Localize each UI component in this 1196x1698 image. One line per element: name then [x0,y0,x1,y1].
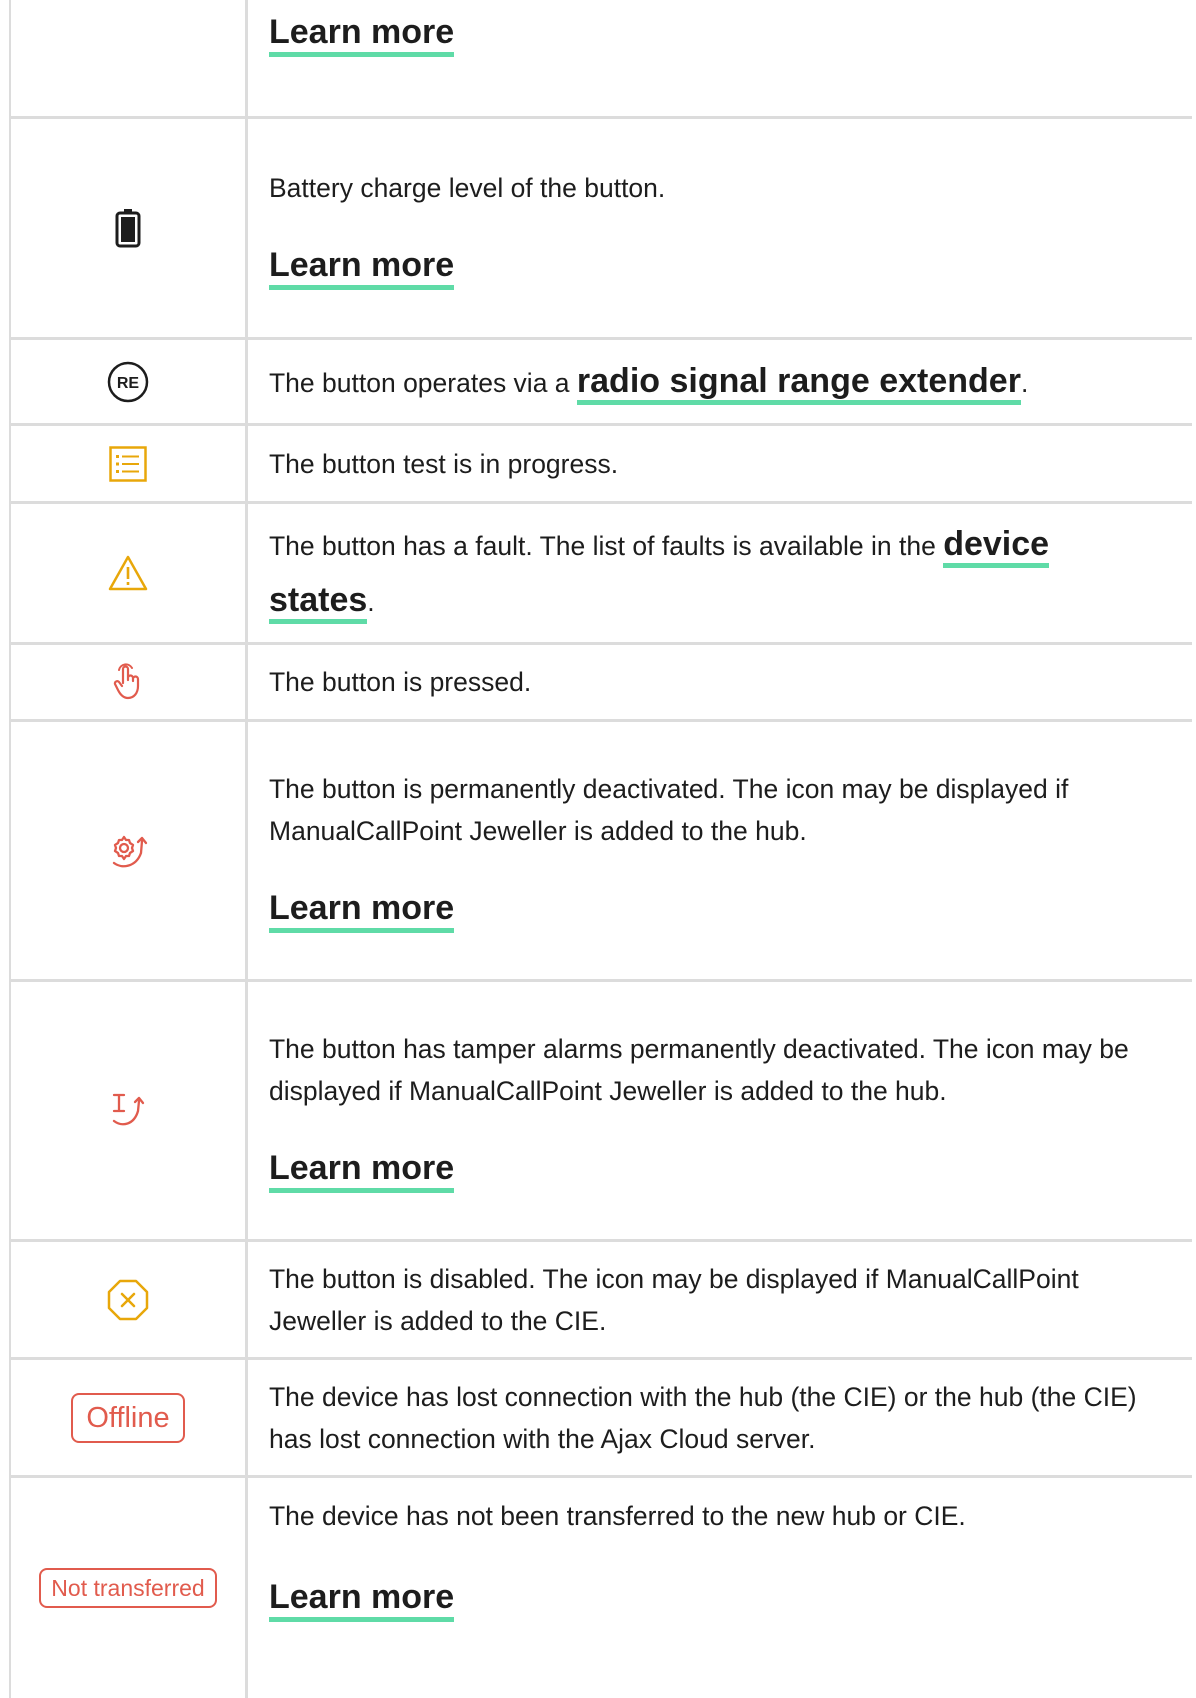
icon-cell [11,1242,248,1357]
icon-cell [11,426,248,501]
gear-deactivated-icon [112,835,148,867]
test-list-icon [109,445,147,482]
icon-cell: Offline [11,1360,248,1475]
row-description: The button is disabled. The icon may be … [269,1263,1079,1336]
row-text-suffix: . [367,587,375,617]
text-cell: The button is pressed. [248,645,1192,719]
icon-cell: Not transferred [11,1478,248,1698]
row-description: The button has a fault. The list of faul… [269,517,1112,629]
row-text: The button has a fault. The list of faul… [269,531,944,561]
text-cell: Learn more [248,0,1192,116]
learn-more-link[interactable]: Learn more [269,1148,455,1193]
offline-badge: Offline [71,1392,185,1443]
status-icons-table: Learn more Battery charge level of the b… [9,0,1192,1698]
row-description: The device has not been transferred to t… [269,1501,966,1531]
icon-cell [11,645,248,719]
table-row: The button is permanently deactivated. T… [11,722,1192,982]
table-row: The button test is in progress. [11,426,1192,504]
pressed-hand-icon [113,663,140,700]
table-row: The button is disabled. The icon may be … [11,1242,1192,1360]
icon-cell [11,119,248,337]
battery-icon [115,209,141,248]
learn-more-link[interactable]: Learn more [269,12,455,57]
row-description: The button is permanently deactivated. T… [269,774,1069,846]
table-row: Offline The device has lost connection w… [11,1360,1192,1478]
text-cell: The button operates via a radio signal r… [248,340,1192,423]
table-row: Battery charge level of the button. Lear… [11,119,1192,340]
table-row: The button has a fault. The list of faul… [11,504,1192,645]
text-cell: The button test is in progress. [248,426,1192,501]
text-cell: The button has tamper alarms permanently… [248,982,1192,1239]
table-row: The button is pressed. [11,645,1192,722]
table-row: RE The button operates via a radio signa… [11,340,1192,426]
icon-cell [11,0,248,116]
re-extender-icon: RE [107,361,149,402]
learn-more-link[interactable]: Learn more [269,1577,455,1622]
row-description: Battery charge level of the button. [269,172,666,203]
icon-cell [11,504,248,642]
not-transferred-badge: Not transferred [39,1568,217,1608]
text-cell: The button is permanently deactivated. T… [248,722,1192,979]
disabled-octagon-icon [107,1279,149,1320]
text-cell: The button is disabled. The icon may be … [248,1242,1192,1357]
range-extender-link[interactable]: radio signal range extender [576,361,1021,405]
text-cell: The button has a fault. The list of faul… [248,504,1192,642]
learn-more-link[interactable]: Learn more [269,245,455,290]
re-icon-label: RE [117,375,140,392]
row-description: The button is pressed. [269,667,532,697]
table-row: The button has tamper alarms permanently… [11,982,1192,1242]
table-row: Not transferred The device has not been … [11,1478,1192,1698]
warning-icon [108,555,148,591]
row-description: The device has lost connection with the … [269,1381,1137,1454]
row-text-suffix: . [1020,367,1029,398]
row-text: The button operates via a [269,367,577,398]
text-cell: The device has lost connection with the … [248,1360,1192,1475]
table-row: Learn more [11,0,1192,119]
icon-cell [11,722,248,979]
row-description: The button operates via a radio signal r… [269,360,1192,405]
tamper-deactivated-icon [112,1093,145,1125]
icon-cell [11,982,248,1239]
learn-more-link[interactable]: Learn more [269,888,455,933]
row-description: The button has tamper alarms permanently… [269,1034,1129,1106]
icon-cell: RE [11,340,248,423]
text-cell: The device has not been transferred to t… [248,1478,1192,1698]
row-description: The button test is in progress. [269,448,619,479]
text-cell: Battery charge level of the button. Lear… [248,119,1192,337]
